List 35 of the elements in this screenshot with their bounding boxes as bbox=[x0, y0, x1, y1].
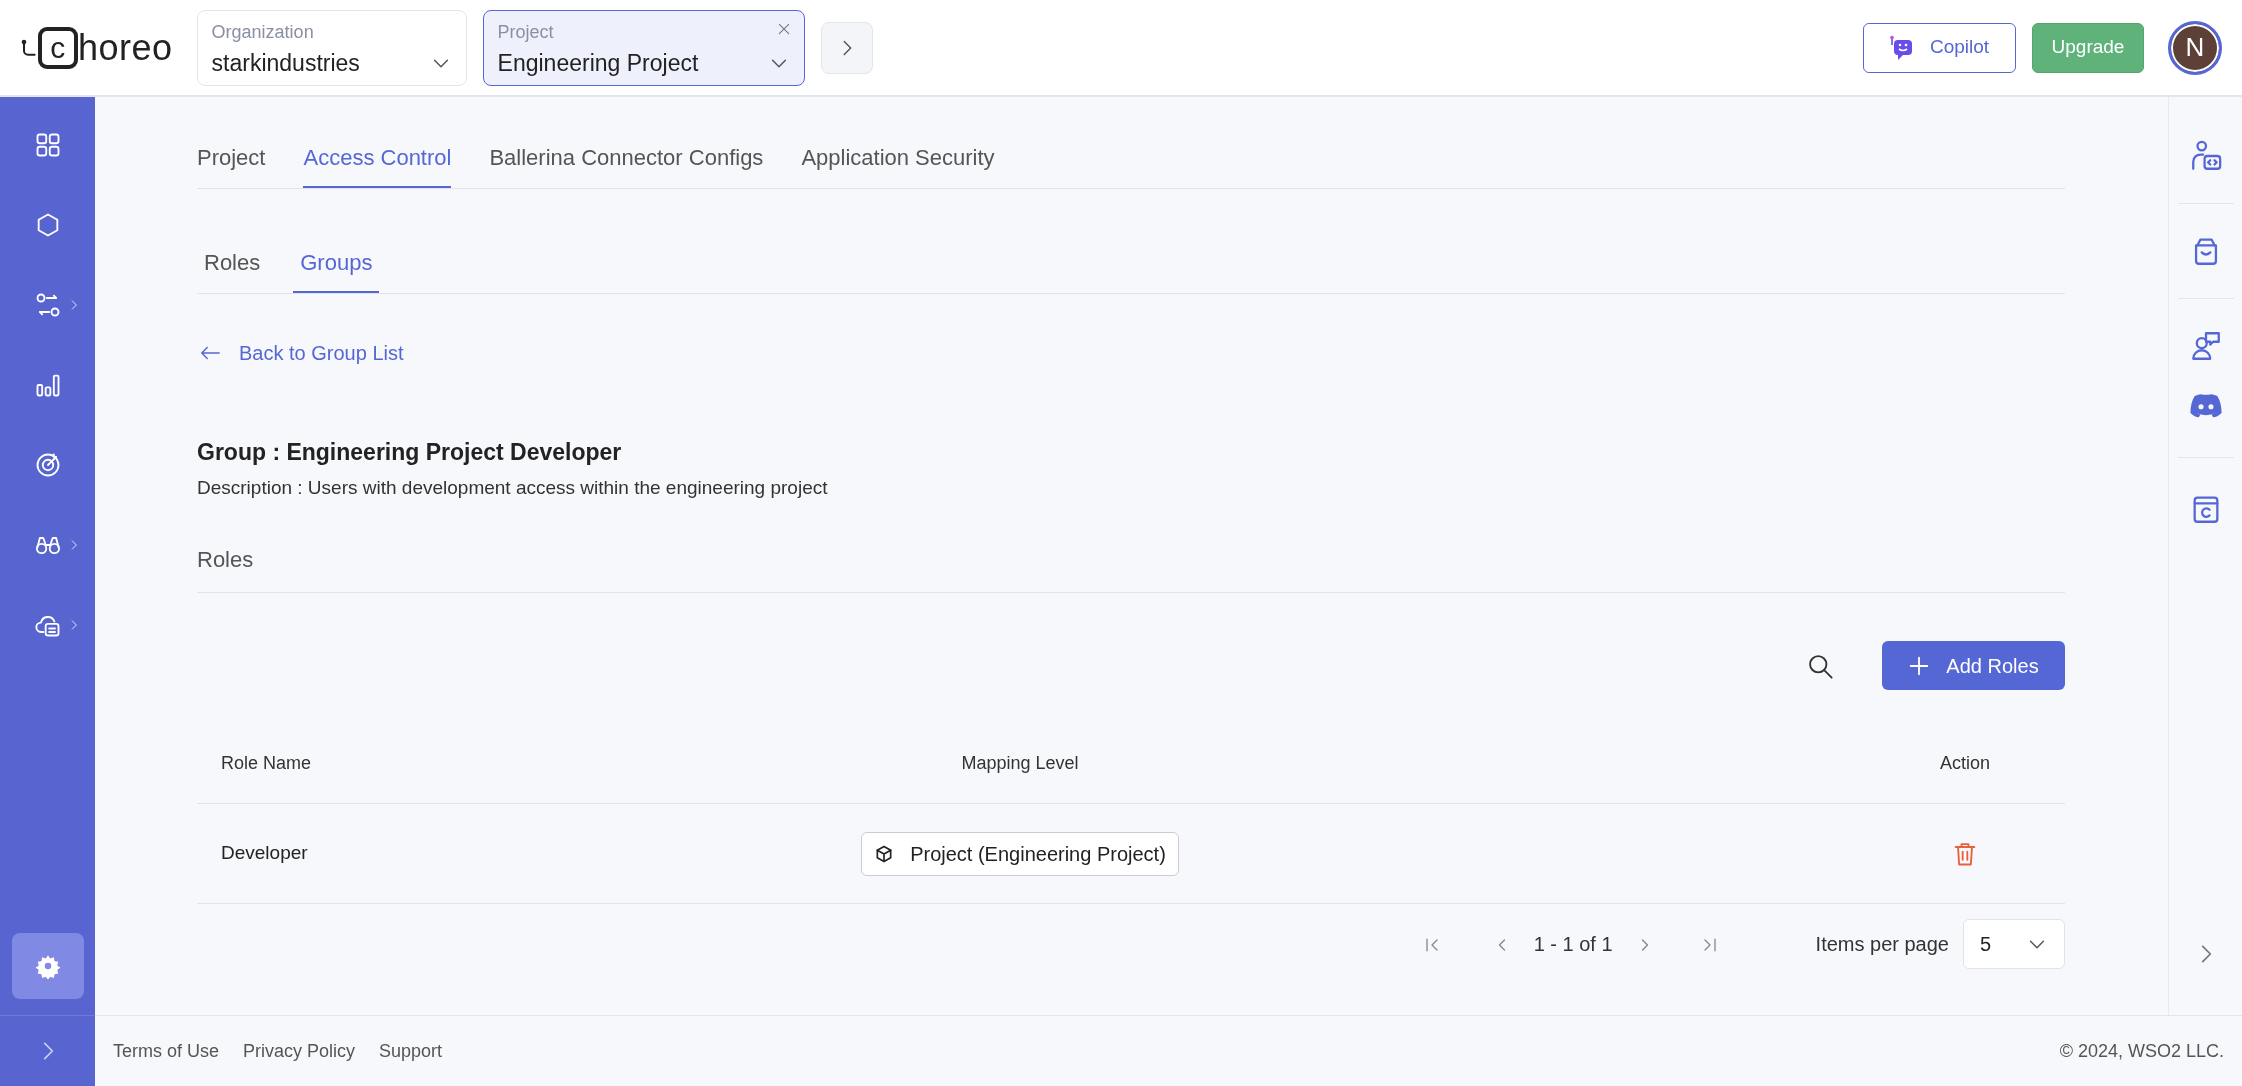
rail-button[interactable] bbox=[2188, 393, 2223, 419]
add-roles-button[interactable]: Add Roles bbox=[1882, 641, 2065, 690]
column-header: Role Name bbox=[221, 753, 312, 773]
page-range: 1 - 1 of 1 bbox=[1533, 932, 1613, 957]
organization-selector[interactable]: Organization starkindustries bbox=[196, 9, 467, 86]
tab[interactable]: Ballerina Connector Configs bbox=[489, 141, 764, 188]
items-per-page-label: Items per page bbox=[1815, 932, 1949, 957]
group-title: Group : Engineering Project Developer bbox=[197, 438, 623, 467]
chat-controller-icon bbox=[2188, 393, 2223, 419]
avatar[interactable]: N bbox=[2168, 20, 2222, 75]
group-description: Description : Users with development access within the engineering project bbox=[197, 475, 829, 500]
tab[interactable]: Project bbox=[197, 141, 266, 188]
settings-nav-item[interactable] bbox=[11, 933, 84, 999]
footer-link[interactable]: Privacy Policy bbox=[243, 1037, 356, 1065]
items-per-page-select[interactable]: 5 bbox=[1963, 919, 2065, 969]
tab[interactable]: Roles bbox=[197, 246, 268, 293]
footer-link[interactable]: Support bbox=[379, 1037, 443, 1065]
plus-icon bbox=[1908, 654, 1931, 677]
tab[interactable]: Access Control bbox=[303, 141, 452, 188]
cube-icon bbox=[874, 843, 895, 864]
settings-icon bbox=[34, 953, 61, 979]
copilot-button[interactable]: Copilot bbox=[1863, 22, 2016, 73]
section-title: Roles bbox=[197, 543, 2065, 593]
copilot-icon bbox=[1889, 34, 1914, 61]
project-selector[interactable]: Project Engineering Project bbox=[482, 9, 805, 86]
table-cell: Developer bbox=[221, 842, 308, 864]
logo[interactable]: c horeo bbox=[20, 20, 173, 75]
column-header: Mapping Level bbox=[961, 753, 1079, 773]
tab[interactable]: Application Security bbox=[801, 141, 995, 188]
tab[interactable]: Groups bbox=[293, 246, 380, 293]
back-link[interactable]: Back to Group List bbox=[197, 338, 404, 368]
copyright: © 2024, WSO2 LLC. bbox=[2059, 1039, 2224, 1063]
column-header: Action bbox=[1940, 753, 1990, 773]
mapping-level-tag: Project (Engineering Project) bbox=[861, 831, 1179, 876]
footer-link[interactable]: Terms of Use bbox=[113, 1037, 220, 1065]
